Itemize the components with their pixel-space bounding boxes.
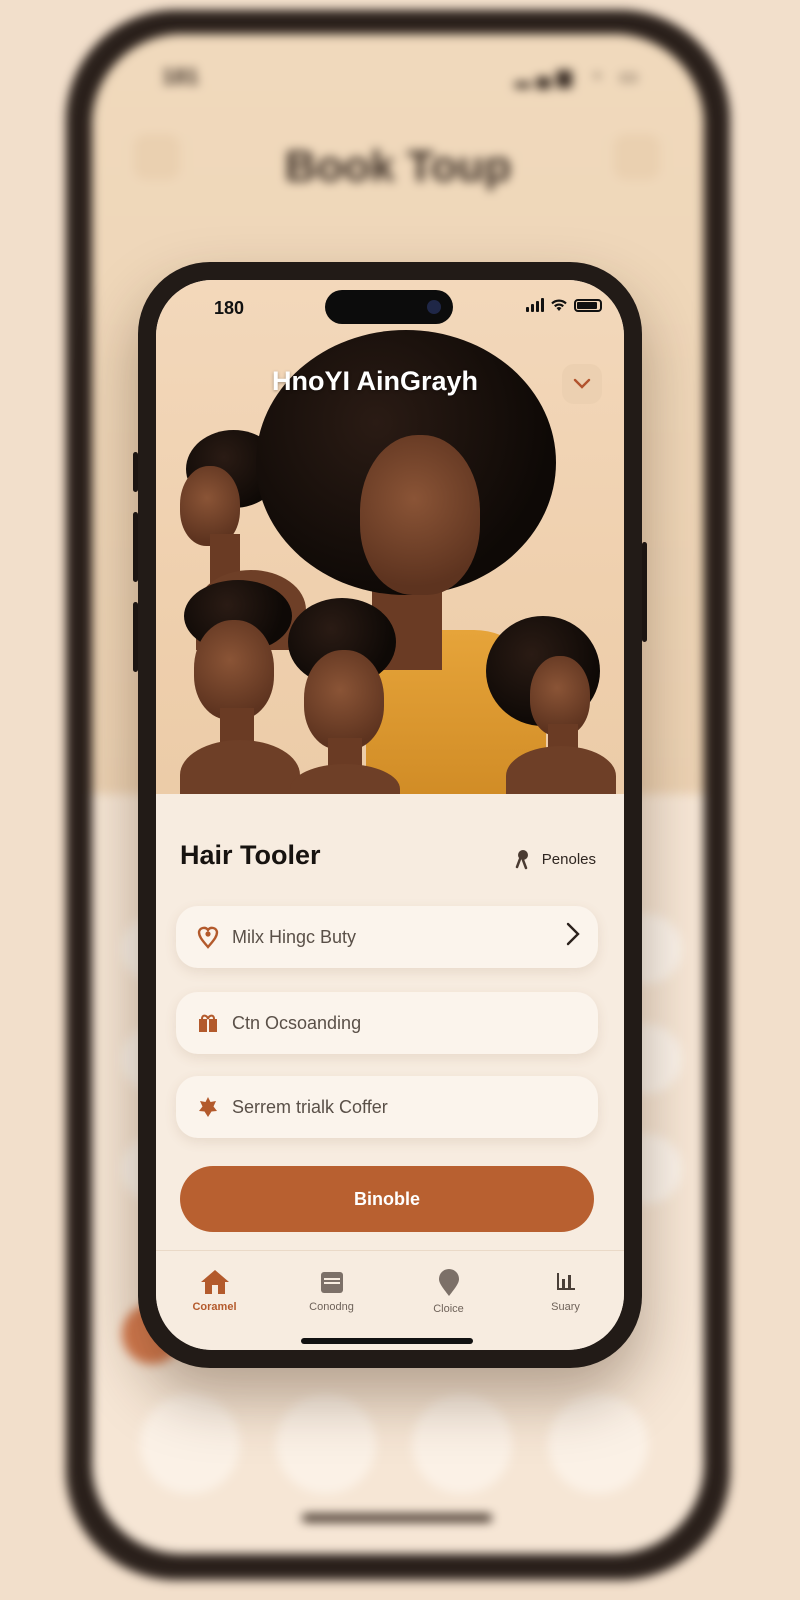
hero-figure [284,598,404,794]
hero-figure [180,580,300,794]
status-time: 180 [214,298,245,318]
pin-icon [515,850,528,870]
side-button [133,602,138,672]
phone-frame: 180 HnoYI AinGrayh Hair Tooler Penoles M… [133,262,647,1368]
section-title: Hair Tooler [180,840,321,870]
tab-label: Cloice [433,1303,464,1315]
chevron-down-icon[interactable] [562,364,602,404]
gift-icon [194,1009,222,1037]
chart-icon [556,1273,575,1290]
phone-screen: 180 HnoYI AinGrayh Hair Tooler Penoles M… [156,280,624,1350]
location-icon [438,1269,459,1296]
tab-bar: Coramel Conodng Cloice Suary [156,1250,624,1350]
status-icons [526,298,602,312]
home-indicator [301,1338,473,1344]
hero-image: 180 HnoYI AinGrayh [156,280,624,794]
chevron-right-icon [566,922,580,953]
background-corner-icon [614,134,660,180]
profiles-link[interactable]: Penoles [514,848,596,870]
heart-pin-icon [194,923,222,951]
camera-icon [427,300,441,314]
option-item[interactable]: Milx Hingc Buty [176,906,598,968]
hero-figure [486,616,616,794]
profiles-link-label: Penoles [541,850,596,868]
dynamic-island [325,290,453,324]
star-badge-icon [194,1093,222,1121]
background-status-time: 181 [162,64,199,89]
option-item[interactable]: Ctn Ocsoanding [176,992,598,1054]
background-search-icon [412,1394,512,1494]
option-label: Serrem trialk Coffer [232,1096,388,1117]
background-title: Book Toup [284,142,512,191]
side-button [133,512,138,582]
battery-icon [574,298,602,312]
tab-label: Coramel [192,1301,237,1313]
calendar-icon [320,1272,343,1293]
tab-location[interactable]: Cloice [390,1251,507,1350]
background-home-icon [140,1394,240,1494]
tab-summary[interactable]: Suary [507,1251,624,1350]
option-item[interactable]: Serrem trialk Coffer [176,1076,598,1138]
background-home-indicator [302,1514,492,1522]
option-label: Milx Hingc Buty [232,926,357,947]
tab-home[interactable]: Coramel [156,1251,273,1350]
option-label: Ctn Ocsoanding [232,1012,362,1033]
side-button [133,452,138,492]
primary-button[interactable]: Binoble [180,1166,594,1232]
background-status-icons: ▂▄▆ ◔ ▭ [514,66,644,88]
tab-label: Suary [551,1301,580,1313]
wifi-icon [551,299,567,311]
signal-icon [526,298,544,312]
background-chart-icon [548,1394,648,1494]
tab-calendar[interactable]: Conodng [273,1251,390,1350]
side-button [642,542,647,642]
tab-label: Conodng [309,1301,354,1313]
home-icon [200,1270,229,1294]
background-calendar-icon [276,1394,376,1494]
app-title: HnoYI AinGrayh [271,366,479,396]
